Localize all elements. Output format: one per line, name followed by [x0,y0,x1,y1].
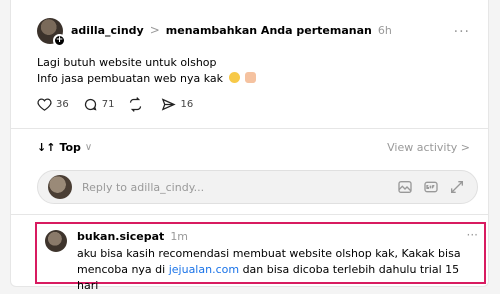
chevron-down-icon: ∨ [84,142,93,153]
reply-tools [397,179,465,195]
separator-icon: > [149,23,160,37]
like-button[interactable]: 36 [37,97,69,112]
expand-icon[interactable] [449,179,465,195]
share-icon [162,98,177,111]
post-line-1: Lagi butuh website untuk olshop [37,56,217,69]
more-options-icon[interactable]: ··· [467,228,478,242]
gif-icon[interactable] [423,179,439,195]
post-line-2: Info jasa pembuatan web nya kak [37,72,224,85]
repost-icon [130,97,142,112]
highlighted-comment[interactable]: bukan.sicepat 1m ··· aku bisa kasih reco… [35,222,486,292]
avatar[interactable] [45,230,67,252]
comment-username[interactable]: bukan.sicepat [77,230,164,243]
more-options-icon[interactable]: ··· [454,24,470,40]
follow-plus-icon[interactable]: + [53,34,66,47]
like-count: 36 [56,99,69,110]
post-header: adilla_cindy > menambahkan Anda perteman… [71,22,392,38]
image-icon[interactable] [397,179,413,195]
comment-count: 71 [101,99,115,110]
divider [11,128,488,129]
reply-placeholder: Reply to adilla_cindy... [82,181,205,194]
sort-label: Top [59,141,81,154]
reply-input[interactable]: Reply to adilla_cindy... [37,170,478,204]
sort-dropdown[interactable]: ↓↑ Top ∨ [37,141,92,154]
comment-time: 1m [170,230,189,243]
grinning-face-icon [228,72,240,83]
post-action: menambahkan Anda pertemanan [165,23,372,37]
repost-button[interactable] [128,97,147,112]
post-time: 6h [377,23,392,37]
sort-arrows-icon: ↓↑ [37,141,56,154]
view-activity-link[interactable]: View activity > [387,141,470,154]
post-text: Lagi butuh website untuk olshop Info jas… [37,55,257,87]
share-button[interactable]: 16 [161,97,193,112]
divider [11,214,488,215]
comment-button[interactable]: 71 [83,97,115,112]
hands-icon [245,72,257,83]
original-post: + adilla_cindy > menambahkan Anda pertem… [11,0,488,128]
comment-link[interactable]: jejualan.com [169,263,239,276]
share-count: 16 [180,99,194,110]
thread-card: + adilla_cindy > menambahkan Anda pertem… [10,0,489,292]
avatar [48,175,72,199]
comment-header: bukan.sicepat 1m [77,230,188,243]
post-line-2-wrap: Info jasa pembuatan web nya kak [37,71,257,87]
post-username[interactable]: adilla_cindy [71,24,144,37]
post-stats: 36 71 16 [37,97,193,112]
heart-icon [37,98,52,111]
comment-icon [84,98,97,111]
